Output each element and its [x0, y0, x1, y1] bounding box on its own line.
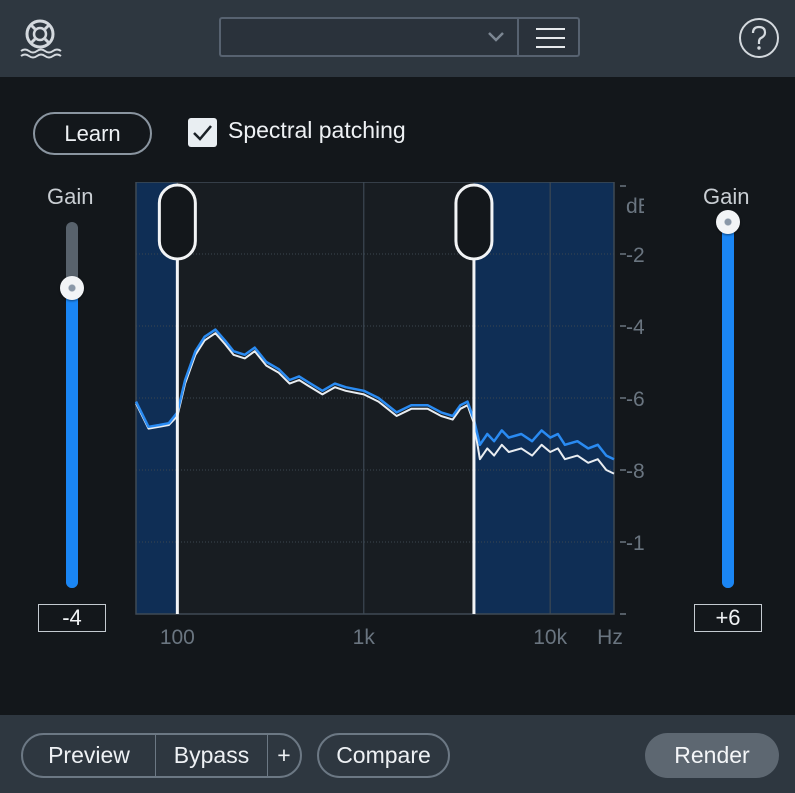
left-gain-slider[interactable] — [60, 222, 84, 588]
menu-button[interactable] — [517, 17, 580, 57]
left-gain-value[interactable]: -4 — [38, 604, 106, 632]
x-unit-label: Hz — [597, 626, 623, 649]
compare-button[interactable]: Compare — [317, 733, 450, 778]
x-tick-label: 1k — [353, 626, 376, 649]
y-tick-label: -40 — [626, 316, 644, 339]
preview-button[interactable]: Preview — [23, 735, 156, 776]
left-gain-knob[interactable] — [60, 275, 84, 300]
preset-dropdown[interactable] — [219, 17, 517, 57]
chevron-down-icon — [488, 32, 504, 42]
bypass-button[interactable]: Bypass — [156, 735, 268, 776]
x-tick-label: 100 — [160, 626, 195, 649]
right-gain-value[interactable]: +6 — [694, 604, 762, 632]
right-gain-fill — [722, 222, 734, 588]
left-gain-label: Gain — [47, 184, 94, 209]
checkmark-icon — [193, 125, 212, 141]
y-unit-label: dB — [626, 195, 644, 218]
top-bar — [0, 0, 795, 77]
y-tick-label: -20 — [626, 244, 644, 267]
right-gain-slider[interactable] — [716, 210, 740, 588]
y-tick-label: -100 — [626, 532, 644, 555]
hamburger-icon — [536, 28, 565, 30]
right-gain-knob[interactable] — [716, 210, 740, 234]
y-tick-label: -80 — [626, 460, 644, 483]
learn-button[interactable]: Learn — [33, 112, 152, 155]
low-cut-handle[interactable] — [157, 183, 197, 261]
high-cut-handle[interactable] — [454, 183, 494, 261]
right-gain-label: Gain — [703, 184, 750, 209]
question-icon[interactable] — [738, 17, 780, 59]
y-tick-label: -60 — [626, 388, 644, 411]
add-bypass-button[interactable]: + — [268, 735, 300, 776]
render-button[interactable]: Render — [645, 733, 779, 778]
left-gain-fill — [66, 287, 78, 588]
spectrum-display[interactable]: dB -20 -40 -60 -80 -100 100 1k 10k Hz — [134, 182, 644, 652]
lifebuoy-icon[interactable] — [18, 16, 62, 60]
x-tick-label: 10k — [533, 626, 567, 649]
spectral-patching-checkbox[interactable] — [188, 118, 217, 147]
spectral-patching-label: Spectral patching — [228, 117, 406, 143]
preview-bypass-group: Preview Bypass + — [21, 733, 302, 778]
